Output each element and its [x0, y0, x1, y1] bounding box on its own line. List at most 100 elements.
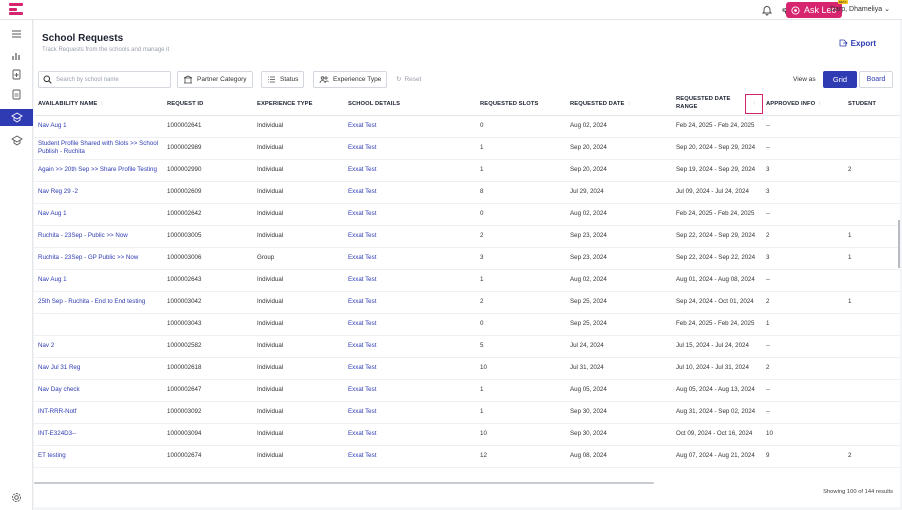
availability-name-link[interactable]: [34, 313, 167, 336]
status-filter[interactable]: Status: [261, 71, 305, 88]
menu-icon[interactable]: [10, 27, 23, 40]
request-id: 1000002643: [167, 269, 257, 292]
requested-date-range: Oct 09, 2024 - Oct 16, 2024: [676, 423, 766, 446]
horizontal-scrollbar[interactable]: [34, 482, 654, 484]
table-row[interactable]: INT-E324D3-- 1000003094 Individual Exxat Te…: [34, 423, 900, 446]
app-logo[interactable]: [9, 3, 23, 17]
table-row[interactable]: Nav 2 1000002582 Individual Exxat Test 5 Jul …: [34, 335, 900, 358]
grid-view-button[interactable]: Grid: [823, 71, 857, 88]
vertical-scrollbar[interactable]: [898, 220, 900, 268]
requested-slots: 1: [480, 401, 570, 424]
chevron-down-icon: ⌄: [884, 6, 890, 13]
availability-name-link[interactable]: Nav Reg 29 -2: [34, 181, 167, 204]
column-header[interactable]: SCHOOL DETAILS: [348, 93, 480, 116]
school-details-link[interactable]: Exxat Test: [348, 137, 480, 160]
table-row[interactable]: Nav Aug 1 1000002642 Individual Exxat Test 0…: [34, 203, 900, 226]
availability-name-link[interactable]: Ruchita - 23Sep - GP Public >> Now: [34, 247, 167, 270]
school-details-link[interactable]: Exxat Test: [348, 269, 480, 292]
school-details-link[interactable]: Exxat Test: [348, 313, 480, 336]
school-requests-icon[interactable]: [0, 109, 33, 126]
sort-arrow-icon[interactable]: ↑: [818, 101, 821, 107]
availability-name-link[interactable]: Nav 2: [34, 335, 167, 358]
table-row[interactable]: Ruchita - 23Sep - GP Public >> Now 100000…: [34, 247, 900, 270]
availability-name-link[interactable]: Ruchita - 23Sep - Public >> Now: [34, 225, 167, 248]
experience-type: Individual: [257, 269, 348, 292]
requested-slots: 0: [480, 115, 570, 138]
experience-type: Individual: [257, 225, 348, 248]
table-row[interactable]: Nav Jul 31 Reg 1000002618 Individual Exxat …: [34, 357, 900, 380]
user-name: Darp, Dhameliya: [830, 6, 883, 13]
availability-name-link[interactable]: Student Profile Shared with Slots >> Sch…: [34, 137, 167, 160]
list-icon: [268, 76, 275, 83]
column-header[interactable]: REQUEST ID: [167, 93, 257, 116]
search-input[interactable]: Search by school name: [38, 71, 171, 88]
sort-arrow-icon[interactable]: ↑: [627, 101, 630, 107]
column-header[interactable]: REQUESTED DATE RANGE ↑: [676, 93, 766, 116]
school-details-link[interactable]: Exxat Test: [348, 401, 480, 424]
partner-category-filter[interactable]: Partner Category: [177, 71, 253, 88]
school-details-link[interactable]: Exxat Test: [348, 247, 480, 270]
table-row[interactable]: Nav Reg 29 -2 1000002609 Individual Exxat T…: [34, 181, 900, 204]
table-row[interactable]: Student Profile Shared with Slots >> Sch…: [34, 137, 900, 160]
school-details-link[interactable]: Exxat Test: [348, 357, 480, 380]
availability-name-link[interactable]: Nav Aug 1: [34, 269, 167, 292]
bell-icon[interactable]: [760, 3, 774, 17]
reset-button[interactable]: ↻ Reset: [396, 75, 421, 84]
table-row[interactable]: Again >> 20th Sep >> Share Profile Testi…: [34, 159, 900, 182]
requested-date-range: Aug 05, 2024 - Aug 13, 2024: [676, 379, 766, 402]
column-header[interactable]: APPROVED INFO ↑: [766, 93, 848, 116]
student-count: [848, 379, 900, 402]
export-button[interactable]: Export: [838, 38, 876, 48]
availability-name-link[interactable]: 25th Sep - Ruchita - End to End testing: [34, 291, 167, 314]
school-details-link[interactable]: Exxat Test: [348, 115, 480, 138]
search-icon: [43, 75, 52, 84]
table-row[interactable]: INT-RRR-Notf 1000003092 Individual Exxat Te…: [34, 401, 900, 424]
school-details-link[interactable]: Exxat Test: [348, 291, 480, 314]
table-row[interactable]: ET testing 1000002674 Individual Exxat Test…: [34, 445, 900, 468]
column-header[interactable]: REQUESTED DATE ↑: [570, 93, 676, 116]
document-icon[interactable]: [10, 88, 23, 101]
table-row[interactable]: 1000003043 Individual Exxat Test 0 Sep 25, 2…: [34, 313, 900, 336]
school-details-link[interactable]: Exxat Test: [348, 181, 480, 204]
school-details-link[interactable]: Exxat Test: [348, 335, 480, 358]
school-details-link[interactable]: Exxat Test: [348, 225, 480, 248]
analytics-icon[interactable]: [10, 49, 23, 62]
table-row[interactable]: Nav Aug 1 1000002643 Individual Exxat Test 1…: [34, 269, 900, 292]
sort-arrow-icon[interactable]: ↑: [745, 93, 763, 114]
settings-gear-icon[interactable]: [10, 491, 23, 504]
school-details-link[interactable]: Exxat Test: [348, 159, 480, 182]
availability-name-link[interactable]: Nav Day check: [34, 379, 167, 402]
availability-name-link[interactable]: INT-E324D3--: [34, 423, 167, 446]
column-header[interactable]: REQUESTED SLOTS: [480, 93, 570, 116]
availability-name-link[interactable]: Again >> 20th Sep >> Share Profile Testi…: [34, 159, 167, 182]
board-view-button[interactable]: Board: [859, 71, 893, 88]
graduation-cap-icon[interactable]: [10, 134, 23, 147]
experience-type: Individual: [257, 181, 348, 204]
approved-info: 3: [766, 247, 848, 270]
requested-date-range: Sep 22, 2024 - Sep 22, 2024: [676, 247, 766, 270]
table-row[interactable]: Nav Day check 1000002647 Individual Exxat T…: [34, 379, 900, 402]
requested-date-range: Jul 09, 2024 - Jul 24, 2024: [676, 181, 766, 204]
availability-name-link[interactable]: ET testing: [34, 445, 167, 468]
experience-type: Individual: [257, 137, 348, 160]
add-document-icon[interactable]: [10, 68, 23, 81]
school-details-link[interactable]: Exxat Test: [348, 423, 480, 446]
table-row[interactable]: 25th Sep - Ruchita - End to End testing 1…: [34, 291, 900, 314]
student-count: [848, 423, 900, 446]
school-details-link[interactable]: Exxat Test: [348, 379, 480, 402]
table-row[interactable]: Ruchita - 23Sep - Public >> Now 100000300…: [34, 225, 900, 248]
school-details-link[interactable]: Exxat Test: [348, 203, 480, 226]
user-menu[interactable]: Darp, Dhameliya ⌄: [830, 5, 890, 13]
availability-name-link[interactable]: Nav Aug 1: [34, 203, 167, 226]
availability-name-link[interactable]: INT-RRR-Notf: [34, 401, 167, 424]
experience-type-filter[interactable]: Experience Type: [313, 71, 388, 88]
table-row[interactable]: Nav Aug 1 1000002641 Individual Exxat Test 0…: [34, 115, 900, 138]
column-header[interactable]: EXPERIENCE TYPE: [257, 93, 348, 116]
school-details-link[interactable]: Exxat Test: [348, 445, 480, 468]
sort-arrow-icon[interactable]: ↑: [100, 101, 103, 107]
availability-name-link[interactable]: Nav Jul 31 Reg: [34, 357, 167, 380]
column-header[interactable]: STUDENT: [848, 93, 900, 116]
availability-name-link[interactable]: Nav Aug 1: [34, 115, 167, 138]
column-header[interactable]: AVAILABILITY NAME ↑: [34, 93, 167, 116]
requested-date: Sep 20, 2024: [570, 159, 676, 182]
